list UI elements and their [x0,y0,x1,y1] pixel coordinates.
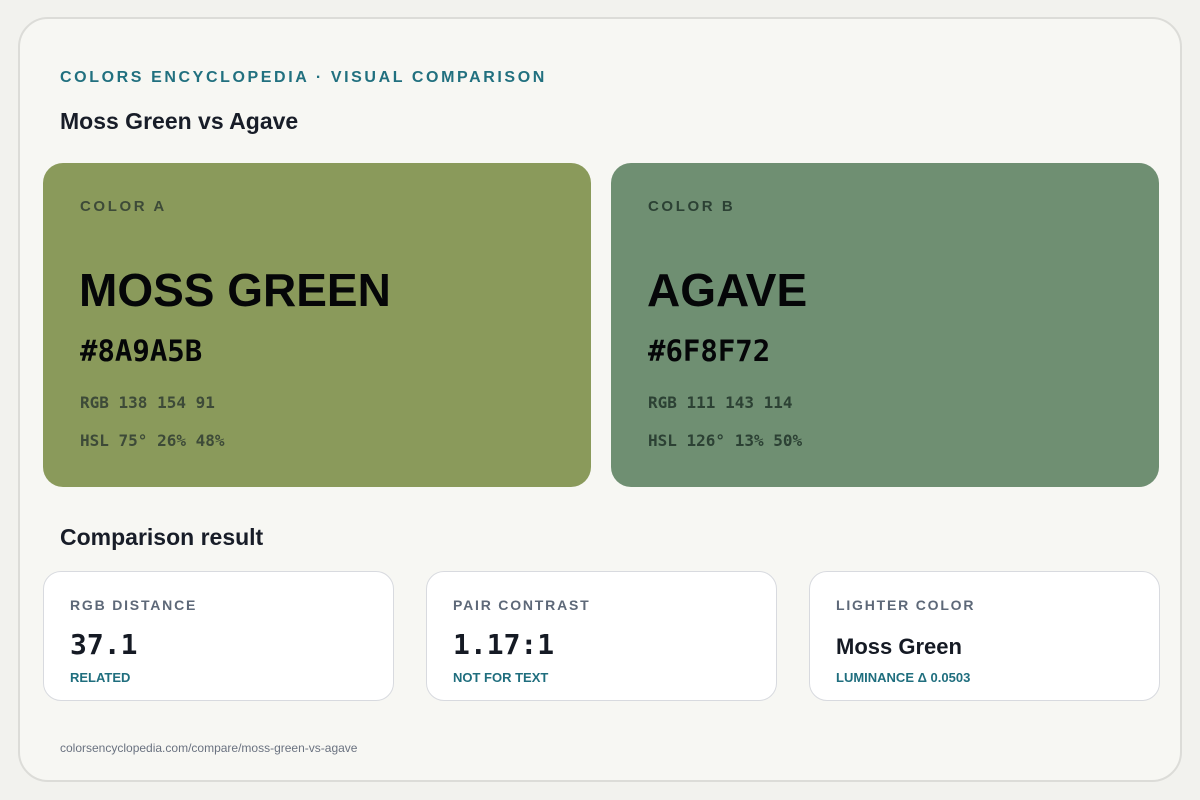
footer-url[interactable]: colorsencyclopedia.com/compare/moss-gree… [60,741,357,755]
page-title: Moss Green vs Agave [60,108,299,134]
color-a-swatch: COLOR A MOSS GREEN #8A9A5B RGB 138 154 9… [43,163,591,487]
pair-contrast-note: NOT FOR TEXT [453,670,549,685]
lighter-color-label: LIGHTER COLOR [836,597,976,613]
lighter-color-note: LUMINANCE Δ 0.0503 [836,670,971,685]
color-a-hex: #8A9A5B [80,334,203,368]
color-b-name: AGAVE [647,264,808,316]
lighter-color-value: Moss Green [836,634,962,659]
color-a-label: COLOR A [80,198,167,215]
pair-contrast-value: 1.17:1 [453,628,555,661]
site-kicker: COLORS ENCYCLOPEDIA · VISUAL COMPARISON [60,69,547,86]
color-b-rgb: RGB 111 143 114 [648,393,793,412]
comparison-page: COLORS ENCYCLOPEDIA · VISUAL COMPARISON … [18,17,1182,782]
color-b-swatch: COLOR B AGAVE #6F8F72 RGB 111 143 114 HS… [611,163,1159,487]
lighter-color-card: LIGHTER COLOR Moss Green LUMINANCE Δ 0.0… [809,571,1160,701]
color-a-hsl: HSL 75° 26% 48% [80,431,225,450]
rgb-distance-value: 37.1 [70,628,138,661]
color-a-name: MOSS GREEN [79,264,391,316]
color-a-rgb: RGB 138 154 91 [80,393,215,412]
color-b-label: COLOR B [648,198,736,215]
color-b-hsl: HSL 126° 13% 50% [648,431,803,450]
rgb-distance-note: RELATED [70,670,131,685]
pair-contrast-card: PAIR CONTRAST 1.17:1 NOT FOR TEXT [426,571,777,701]
rgb-distance-label: RGB DISTANCE [70,597,198,613]
rgb-distance-card: RGB DISTANCE 37.1 RELATED [43,571,394,701]
color-b-hex: #6F8F72 [648,334,771,368]
pair-contrast-label: PAIR CONTRAST [453,597,591,613]
comparison-title: Comparison result [60,524,264,550]
